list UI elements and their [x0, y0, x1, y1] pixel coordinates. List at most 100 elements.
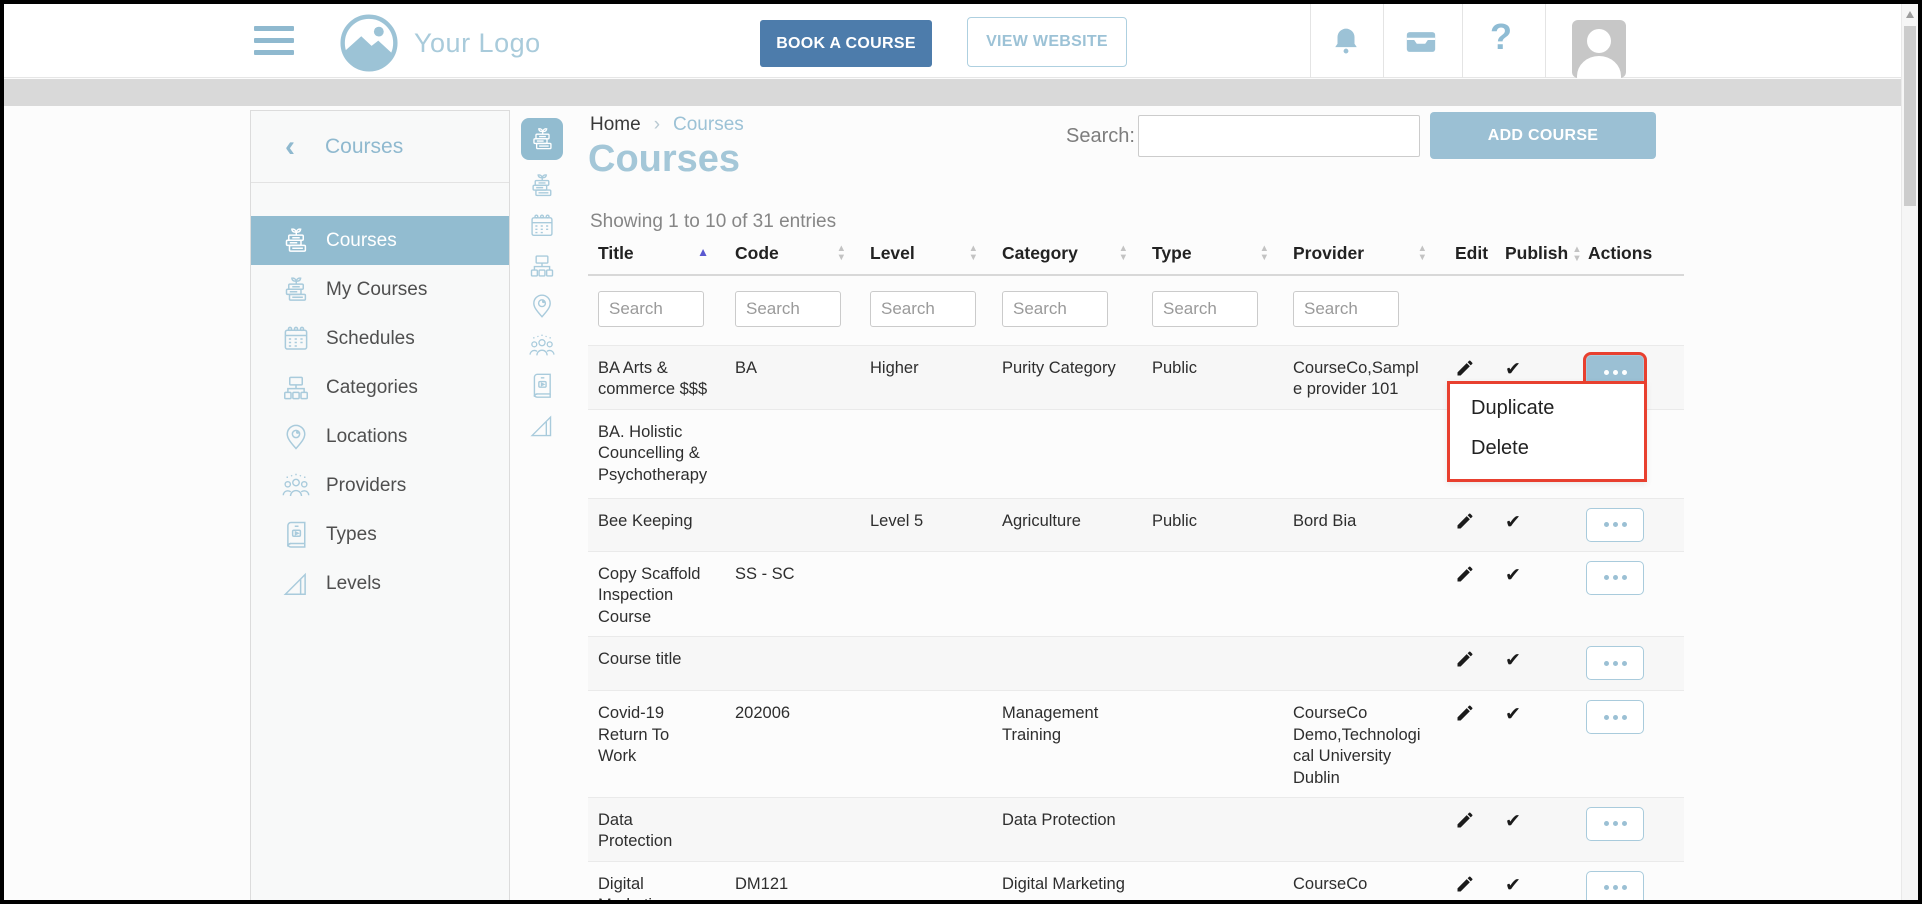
publish-check-icon[interactable]: ✔	[1505, 704, 1521, 725]
breadcrumb-home-link[interactable]: Home	[590, 114, 641, 136]
bell-icon[interactable]	[1329, 25, 1363, 59]
book-a-course-button[interactable]: BOOK A COURSE	[760, 20, 932, 67]
add-course-button[interactable]: ADD COURSE	[1430, 112, 1656, 159]
cell-type: Public	[1142, 498, 1283, 551]
page-scrollbar[interactable]	[1901, 4, 1918, 900]
cell-title: Covid-19 Return To Work	[588, 691, 725, 798]
column-header-category[interactable]: Category▲▼	[992, 237, 1142, 275]
sidebar-back-header[interactable]: ‹ Courses	[251, 111, 509, 183]
publish-check-icon[interactable]: ✔	[1505, 875, 1521, 896]
cell-title: Course title	[588, 637, 725, 691]
cell-provider	[1283, 797, 1441, 861]
row-actions-button[interactable]	[1586, 508, 1644, 542]
filter-provider-input[interactable]	[1293, 291, 1399, 327]
filter-title-input[interactable]	[598, 291, 704, 327]
sidebar: ‹ Courses Courses My Courses Schedules C…	[250, 110, 510, 900]
table-row: Bee Keeping Level 5 Agriculture Public B…	[588, 498, 1684, 551]
edit-pencil-icon[interactable]	[1455, 810, 1475, 830]
mini-nav-my-courses[interactable]	[521, 172, 563, 200]
book-icon	[528, 372, 556, 400]
column-header-publish[interactable]: Publish▲▼	[1489, 237, 1564, 275]
column-header-level[interactable]: Level▲▼	[860, 237, 992, 275]
sort-icons[interactable]: ▲▼	[837, 244, 846, 262]
edit-pencil-icon[interactable]	[1455, 703, 1475, 723]
table-row: Copy Scaffold Inspection Course SS - SC …	[588, 551, 1684, 636]
sort-icons[interactable]: ▲▼	[1418, 244, 1427, 262]
mini-nav-categories[interactable]	[521, 252, 563, 280]
cell-level	[860, 409, 992, 498]
cell-category: Digital Marketing	[992, 861, 1142, 904]
publish-check-icon[interactable]: ✔	[1505, 811, 1521, 832]
sidebar-item-providers[interactable]: Providers	[251, 461, 509, 510]
sidebar-item-courses[interactable]: Courses	[251, 216, 509, 265]
column-header-provider[interactable]: Provider▲▼	[1283, 237, 1441, 275]
sort-icons[interactable]: ▲▼	[969, 244, 978, 262]
row-actions-button[interactable]	[1586, 871, 1644, 904]
edit-pencil-icon[interactable]	[1455, 649, 1475, 669]
sidebar-item-locations[interactable]: Locations	[251, 412, 509, 461]
inbox-icon[interactable]	[1404, 25, 1438, 59]
mini-nav-providers[interactable]	[521, 332, 563, 360]
mini-nav-schedules[interactable]	[521, 212, 563, 240]
sidebar-item-label: Providers	[326, 475, 406, 497]
mini-nav-courses[interactable]	[521, 118, 563, 160]
menu-item-duplicate[interactable]: Duplicate	[1471, 397, 1644, 420]
mini-nav-types[interactable]	[521, 372, 563, 400]
edit-pencil-icon[interactable]	[1455, 358, 1475, 378]
publish-check-icon[interactable]: ✔	[1505, 650, 1521, 671]
filter-code-input[interactable]	[735, 291, 841, 327]
mini-nav-levels[interactable]	[521, 412, 563, 440]
filter-type-input[interactable]	[1152, 291, 1258, 327]
column-header-type[interactable]: Type▲▼	[1142, 237, 1283, 275]
table-row: Data Protection Data Protection ✔	[588, 797, 1684, 861]
publish-check-icon[interactable]: ✔	[1505, 565, 1521, 586]
cell-title: Data Protection	[588, 797, 725, 861]
table-row: Course title ✔	[588, 637, 1684, 691]
cell-title: Bee Keeping	[588, 498, 725, 551]
cell-provider: CourseCo Demo,Technological University D…	[1283, 691, 1441, 798]
hamburger-menu-icon[interactable]	[254, 26, 294, 56]
column-header-title[interactable]: Title▲	[588, 237, 725, 275]
sidebar-item-levels[interactable]: Levels	[251, 559, 509, 608]
publish-check-icon[interactable]: ✔	[1505, 512, 1521, 533]
scroll-up-arrow-icon[interactable]	[1906, 11, 1914, 18]
row-actions-button[interactable]	[1586, 700, 1644, 734]
cell-code	[725, 498, 860, 551]
book-icon	[281, 520, 311, 550]
cell-category: Data Protection	[992, 797, 1142, 861]
column-header-code[interactable]: Code▲▼	[725, 237, 860, 275]
sidebar-item-schedules[interactable]: Schedules	[251, 314, 509, 363]
row-actions-button[interactable]	[1586, 807, 1644, 841]
cell-level	[860, 861, 992, 904]
mini-nav-locations[interactable]	[521, 292, 563, 320]
filter-level-input[interactable]	[870, 291, 976, 327]
map-pin-icon	[528, 292, 556, 320]
cell-provider	[1283, 551, 1441, 636]
row-actions-button[interactable]	[1586, 561, 1644, 595]
sidebar-menu: Courses My Courses Schedules Categories …	[251, 216, 509, 608]
scrollbar-thumb[interactable]	[1904, 26, 1916, 206]
edit-pencil-icon[interactable]	[1455, 564, 1475, 584]
sidebar-item-categories[interactable]: Categories	[251, 363, 509, 412]
table-row: Digital Marketing DM121 Digital Marketin…	[588, 861, 1684, 904]
avatar[interactable]	[1572, 20, 1626, 78]
edit-pencil-icon[interactable]	[1455, 874, 1475, 894]
sort-icons[interactable]: ▲▼	[1119, 244, 1128, 262]
edit-pencil-icon[interactable]	[1455, 511, 1475, 531]
books-icon	[528, 172, 556, 200]
publish-check-icon[interactable]: ✔	[1505, 359, 1521, 380]
sort-asc-icon[interactable]: ▲	[697, 245, 709, 259]
brand-logo[interactable]: Your Logo	[338, 12, 541, 74]
view-website-button[interactable]: VIEW WEBSITE	[967, 17, 1127, 67]
sidebar-item-my-courses[interactable]: My Courses	[251, 265, 509, 314]
row-actions-button[interactable]	[1586, 646, 1644, 680]
menu-item-delete[interactable]: Delete	[1471, 437, 1644, 460]
sidebar-item-types[interactable]: Types	[251, 510, 509, 559]
cell-code	[725, 409, 860, 498]
filter-category-input[interactable]	[1002, 291, 1108, 327]
sidebar-item-label: Levels	[326, 573, 381, 595]
search-input[interactable]	[1138, 115, 1420, 157]
help-icon[interactable]: ?	[1490, 16, 1512, 58]
cell-title: Copy Scaffold Inspection Course	[588, 551, 725, 636]
sort-icons[interactable]: ▲▼	[1260, 244, 1269, 262]
